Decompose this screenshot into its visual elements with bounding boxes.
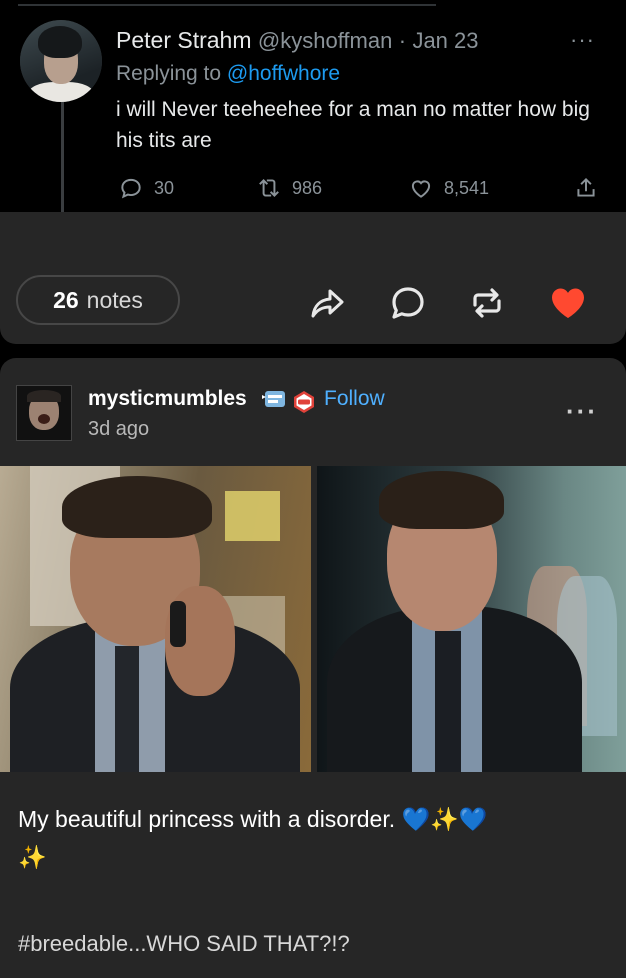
photoset[interactable]: [0, 466, 626, 772]
post-tag[interactable]: #breedable...WHO SAID THAT?!?: [18, 931, 350, 957]
like-icon: [411, 180, 431, 198]
post-timestamp[interactable]: 3d ago: [88, 418, 149, 441]
tweet-date[interactable]: Jan 23: [412, 28, 478, 53]
post-card-1: Peter Strahm @kyshoffman · Jan 23 ··· Re…: [0, 0, 626, 344]
replying-handle-link[interactable]: @hoffwhore: [227, 62, 340, 85]
like-count: 8,541: [444, 177, 490, 198]
tweet-avatar[interactable]: [20, 20, 102, 102]
replying-label: Replying to: [116, 62, 222, 85]
blog-username[interactable]: mysticmumbles: [88, 387, 247, 411]
tweet-retweet-button[interactable]: 986: [256, 175, 322, 201]
retweet-icon: [259, 179, 279, 197]
reply-icon: [121, 178, 141, 199]
retweet-count: 986: [292, 177, 323, 198]
tweet-more-icon[interactable]: ···: [570, 27, 595, 53]
caption-emoji: ✨: [18, 844, 47, 870]
reblog-icon[interactable]: [467, 283, 507, 323]
tweet-reply-button[interactable]: 30: [118, 175, 174, 201]
replying-to: Replying to @hoffwhore: [116, 62, 340, 86]
post-caption: My beautiful princess with a disorder. 💙…: [18, 800, 608, 876]
post-card-2: mysticmumbles Follow 3d ago ··· My beaut…: [0, 358, 626, 978]
post-footer: 26 notes: [0, 260, 626, 338]
heart-icon[interactable]: [548, 283, 588, 323]
tweet-handle[interactable]: @kyshoffman: [258, 28, 392, 53]
blog-avatar[interactable]: [16, 385, 72, 441]
notes-label: notes: [86, 286, 143, 313]
reply-count: 30: [154, 177, 175, 198]
tweet-author[interactable]: Peter Strahm @kyshoffman · Jan 23: [116, 27, 479, 54]
follow-button[interactable]: Follow: [324, 387, 385, 411]
photo-man-in-hallway[interactable]: [317, 466, 626, 772]
tweet-like-button[interactable]: 8,541: [408, 175, 489, 201]
tweet-separator: ·: [398, 28, 407, 53]
notes-button[interactable]: 26 notes: [16, 275, 180, 325]
more-options-icon[interactable]: ···: [566, 396, 598, 427]
share-icon[interactable]: [308, 283, 348, 323]
divider: [18, 4, 436, 6]
badge-icon[interactable]: [292, 390, 316, 414]
share-icon: [577, 177, 595, 197]
tweet-share-button[interactable]: [573, 175, 599, 201]
caption-emoji: 💙✨💙: [401, 806, 488, 832]
caption-text: My beautiful princess with a disorder.: [18, 806, 396, 832]
comment-icon[interactable]: [388, 283, 428, 323]
embedded-tweet[interactable]: Peter Strahm @kyshoffman · Jan 23 ··· Re…: [0, 0, 626, 212]
tweet-display-name[interactable]: Peter Strahm: [116, 27, 252, 53]
thread-line: [61, 100, 64, 212]
notes-count: 26: [53, 286, 79, 313]
tweet-text: i will Never teeheehee for a man no matt…: [116, 98, 590, 152]
badge-icon[interactable]: [262, 389, 288, 411]
photo-man-on-phone[interactable]: [0, 466, 311, 772]
